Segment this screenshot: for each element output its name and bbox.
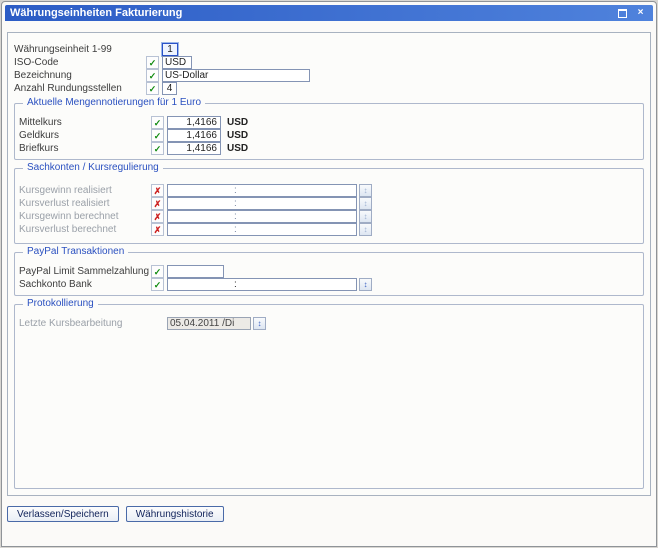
letzte-kursbearbeitung-label: Letzte Kursbearbeitung [19, 318, 151, 329]
check-toggle-icon[interactable]: ✓ [146, 82, 159, 95]
paypal-limit-label: PayPal Limit Sammelzahlung [19, 266, 151, 277]
letzte-kursbearbeitung-row: Letzte Kursbearbeitung ↕ [17, 317, 641, 330]
cross-toggle-icon[interactable]: ✗ [151, 223, 164, 236]
save-exit-button[interactable]: Verlassen/Speichern [7, 506, 119, 522]
account-lookup-button: ↕ [359, 197, 372, 210]
screen: Währungseinheiten Fakturierung × Währung… [0, 0, 658, 548]
sachkonto-bank-label: Sachkonto Bank [19, 279, 151, 290]
briefkurs-unit: USD [227, 143, 248, 154]
restore-icon [618, 9, 627, 18]
restore-button[interactable] [615, 7, 630, 20]
protocol-group-title: Protokollierung [23, 298, 98, 309]
protocol-group: Protokollierung Letzte Kursbearbeitung ↕ [14, 304, 644, 489]
iso-code-input[interactable] [162, 56, 192, 69]
check-toggle-icon[interactable]: ✓ [146, 69, 159, 82]
rounding-input[interactable] [162, 82, 177, 95]
briefkurs-label: Briefkurs [19, 143, 151, 154]
kursgewinn-realisiert-label: Kursgewinn realisiert [19, 185, 151, 196]
titlebar-controls: × [615, 7, 648, 20]
cross-toggle-icon[interactable]: ✗ [151, 210, 164, 223]
kursverlust-berechnet-input [167, 223, 357, 236]
mittelkurs-label: Mittelkurs [19, 117, 151, 128]
geldkurs-unit: USD [227, 130, 248, 141]
kursverlust-realisiert-input [167, 197, 357, 210]
mittelkurs-row: Mittelkurs ✓ USD [17, 116, 641, 129]
iso-code-row: ISO-Code ✓ [12, 56, 646, 69]
check-toggle-icon[interactable]: ✓ [146, 56, 159, 69]
check-toggle-icon[interactable]: ✓ [151, 129, 164, 142]
check-toggle-icon[interactable]: ✓ [151, 142, 164, 155]
sachkonto-bank-input[interactable] [167, 278, 357, 291]
kursgewinn-berechnet-input [167, 210, 357, 223]
accounts-group-title: Sachkonten / Kursregulierung [23, 162, 163, 173]
iso-code-label: ISO-Code [14, 57, 146, 68]
check-toggle-icon[interactable]: ✓ [151, 278, 164, 291]
paypal-group-title: PayPal Transaktionen [23, 246, 128, 257]
kursgewinn-realisiert-input [167, 184, 357, 197]
date-spinner-button: ↕ [253, 317, 266, 330]
briefkurs-row: Briefkurs ✓ USD [17, 142, 641, 155]
kursverlust-realisiert-label: Kursverlust realisiert [19, 198, 151, 209]
content-panel: Währungseinheit 1-99 ISO-Code ✓ Bezeichn… [7, 32, 651, 496]
geldkurs-input[interactable] [167, 129, 221, 142]
currency-unit-label: Währungseinheit 1-99 [14, 44, 146, 55]
kursverlust-realisiert-row: Kursverlust realisiert ✗ ↕ [17, 197, 641, 210]
account-lookup-button: ↕ [359, 223, 372, 236]
briefkurs-input[interactable] [167, 142, 221, 155]
kursgewinn-berechnet-row: Kursgewinn berechnet ✗ ↕ [17, 210, 641, 223]
account-lookup-button: ↕ [359, 210, 372, 223]
footer-buttons: Verlassen/Speichern Währungshistorie [7, 506, 224, 522]
mittelkurs-unit: USD [227, 117, 248, 128]
geldkurs-row: Geldkurs ✓ USD [17, 129, 641, 142]
accounts-group: Sachkonten / Kursregulierung Kursgewinn … [14, 168, 644, 244]
geldkurs-label: Geldkurs [19, 130, 151, 141]
rates-group: Aktuelle Mengennotierungen für 1 Euro Mi… [14, 103, 644, 160]
kursgewinn-realisiert-row: Kursgewinn realisiert ✗ ↕ [17, 184, 641, 197]
cross-toggle-icon[interactable]: ✗ [151, 197, 164, 210]
close-button[interactable]: × [633, 7, 648, 20]
mittelkurs-input[interactable] [167, 116, 221, 129]
dialog-window: Währungseinheiten Fakturierung × Währung… [1, 1, 657, 547]
account-lookup-button: ↕ [359, 184, 372, 197]
letzte-kursbearbeitung-input [167, 317, 251, 330]
sachkonto-bank-row: Sachkonto Bank ✓ ↕ [17, 278, 641, 291]
check-toggle-icon[interactable]: ✓ [151, 265, 164, 278]
kursverlust-berechnet-label: Kursverlust berechnet [19, 224, 151, 235]
paypal-limit-input[interactable] [167, 265, 224, 278]
designation-label: Bezeichnung [14, 70, 146, 81]
paypal-limit-row: PayPal Limit Sammelzahlung ✓ [17, 265, 641, 278]
rounding-label: Anzahl Rundungsstellen [14, 83, 146, 94]
cross-toggle-icon[interactable]: ✗ [151, 184, 164, 197]
kursverlust-berechnet-row: Kursverlust berechnet ✗ ↕ [17, 223, 641, 236]
window-title: Währungseinheiten Fakturierung [10, 7, 615, 19]
sachkonto-bank-lookup-button[interactable]: ↕ [359, 278, 372, 291]
designation-input[interactable] [162, 69, 310, 82]
paypal-group: PayPal Transaktionen PayPal Limit Sammel… [14, 252, 644, 296]
kursgewinn-berechnet-label: Kursgewinn berechnet [19, 211, 151, 222]
rounding-row: Anzahl Rundungsstellen ✓ [12, 82, 646, 95]
currency-unit-input[interactable] [162, 43, 178, 56]
designation-row: Bezeichnung ✓ [12, 69, 646, 82]
currency-unit-row: Währungseinheit 1-99 [12, 43, 646, 56]
rates-group-title: Aktuelle Mengennotierungen für 1 Euro [23, 97, 205, 108]
currency-history-button[interactable]: Währungshistorie [126, 506, 224, 522]
check-toggle-icon[interactable]: ✓ [151, 116, 164, 129]
titlebar[interactable]: Währungseinheiten Fakturierung × [5, 5, 653, 21]
